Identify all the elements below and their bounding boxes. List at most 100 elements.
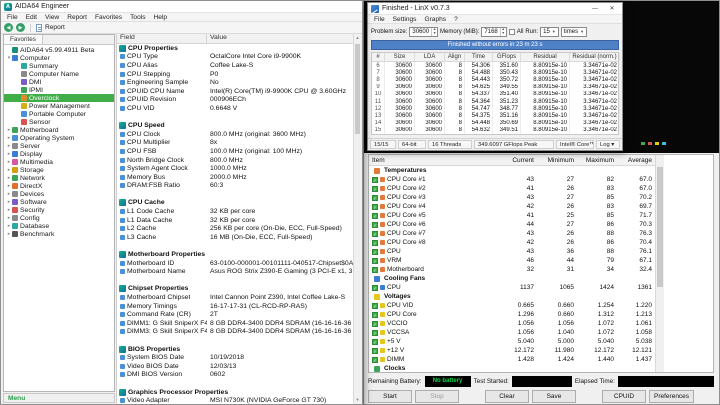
field-row[interactable]: Engineering Sample No xyxy=(117,78,353,87)
sensor-row-cpu[interactable]: ✓ CPU 1137 1065 1424 1361 xyxy=(369,283,655,292)
menu-item-file[interactable]: File xyxy=(370,16,389,23)
checked-checkbox[interactable]: ✓ xyxy=(372,338,378,345)
forward-button[interactable]: ▶ xyxy=(16,23,25,32)
checked-checkbox[interactable]: ✓ xyxy=(372,194,378,201)
sidebar-item-database[interactable]: ▸ Database xyxy=(4,222,114,230)
menu-item-help[interactable]: Help xyxy=(150,14,172,21)
section-header-row[interactable]: Chipset Properties xyxy=(117,285,353,294)
section-header-row[interactable]: CPU Properties xyxy=(117,44,353,53)
result-row[interactable]: 11 30600 30600 8 54.364 351.23 8.80915e-10 3.34… xyxy=(372,97,620,106)
result-row[interactable]: 10 30600 30600 8 54.337 351.40 8.80915e-10 3.34… xyxy=(372,90,620,98)
scrollbar-thumb[interactable] xyxy=(355,44,360,134)
sensor-row-cpu-core-2[interactable]: ✓ CPU Core #2 41 26 83 67.0 xyxy=(369,184,655,193)
field-row[interactable]: North Bridge Clock 800.0 MHz xyxy=(117,156,353,165)
checked-checkbox[interactable]: ✓ xyxy=(372,284,378,291)
field-row[interactable]: L1 Code Cache 32 KB per core xyxy=(117,207,353,216)
checked-checkbox[interactable]: ✓ xyxy=(372,266,378,273)
field-row[interactable]: Motherboard Name Asus ROG Strix Z390-E Ga… xyxy=(117,267,353,276)
result-row[interactable]: 13 30600 30600 8 54.375 351.16 8.80915e-10 3.34… xyxy=(372,112,620,120)
section-header-row[interactable]: CPU Speed xyxy=(117,121,353,130)
sensor-row-cpu-core[interactable]: ✓ CPU Core 1.296 0.660 1.312 1.213 xyxy=(369,310,655,319)
sidebar-item-portable-computer[interactable]: Portable Computer xyxy=(4,110,114,118)
field-row[interactable]: CPU Alias Coffee Lake-S xyxy=(117,61,353,70)
menu-item-tools[interactable]: Tools xyxy=(126,14,149,21)
field-row[interactable]: DMI BIOS Version 0602 xyxy=(117,371,353,380)
checked-checkbox[interactable]: ✓ xyxy=(372,257,378,264)
sidebar-item-motherboard[interactable]: ▸ Motherboard xyxy=(4,126,114,134)
report-button[interactable]: Report xyxy=(45,24,65,31)
sensor-row-cpu-core-5[interactable]: ✓ CPU Core #5 41 25 85 71.7 xyxy=(369,211,655,220)
result-row[interactable]: 6 30600 30600 8 54.306 351.60 8.80915e-10 3.346… xyxy=(372,62,620,70)
section-header-row[interactable]: BIOS Properties xyxy=(117,345,353,354)
statistics-scrollbar[interactable] xyxy=(655,155,664,372)
sidebar-item-overclock[interactable]: Overclock xyxy=(4,94,114,102)
sensor-row-cpu-core-1[interactable]: ✓ CPU Core #1 43 27 82 67.0 xyxy=(369,175,655,184)
menu-item-report[interactable]: Report xyxy=(63,14,91,21)
checked-checkbox[interactable]: ✓ xyxy=(372,176,378,183)
menu-item-graphs[interactable]: Graphs xyxy=(420,16,450,23)
field-row[interactable]: DIMM3: G Skill SniperX F4-3400C16-8GSXW8… xyxy=(117,328,353,337)
clear-button[interactable]: Clear xyxy=(485,389,529,403)
sidebar-item-aida64-v5-99-4911-beta[interactable]: AIDA64 v5.99.4911 Beta xyxy=(4,46,114,54)
sidebar-item-operating-system[interactable]: ▸ Operating System xyxy=(4,134,114,142)
problem-size-spinner[interactable]: 30600 ▲ ▼ xyxy=(409,26,439,37)
field-row[interactable]: Motherboard ID 63-0100-000001-00101111-04… xyxy=(117,259,353,268)
all-memory-checkbox[interactable] xyxy=(508,28,515,35)
sensor-group-voltages[interactable]: Voltages xyxy=(369,292,655,301)
save-button[interactable]: Save xyxy=(532,389,576,403)
field-row[interactable]: L3 Cache 16 MB (On-Die, ECC, Full-Speed) xyxy=(117,233,353,242)
tab-menu[interactable]: Menu xyxy=(3,393,115,403)
scroll-down-icon[interactable]: ▼ xyxy=(354,397,361,402)
field-row[interactable]: CPU VID 0.6648 V xyxy=(117,104,353,113)
sidebar-item-sensor[interactable]: Sensor xyxy=(4,118,114,126)
linx-titlebar[interactable]: Finished - LinX v0.7.3 — ✕ xyxy=(368,3,622,15)
field-row[interactable]: Command Rate (CR) 2T xyxy=(117,310,353,319)
checked-checkbox[interactable]: ✓ xyxy=(372,356,378,363)
field-row[interactable]: CPU FSB 100.0 MHz (original: 100 MHz) xyxy=(117,147,353,156)
field-row[interactable]: Video BIOS Date 12/03/13 xyxy=(117,362,353,371)
close-icon[interactable]: ✕ xyxy=(605,4,619,14)
sidebar-item-summary[interactable]: Summary xyxy=(4,62,114,70)
preferences-button[interactable]: Preferences xyxy=(649,389,695,403)
field-row[interactable]: Motherboard Chipset Intel Cannon Point Z3… xyxy=(117,293,353,302)
sidebar-item-software[interactable]: ▸ Software xyxy=(4,198,114,206)
sidebar-item-power-management[interactable]: Power Management xyxy=(4,102,114,110)
back-button[interactable]: ◀ xyxy=(4,23,13,32)
field-row[interactable]: Memory Timings 16-17-17-31 (CL-RCD-RP-RAS… xyxy=(117,302,353,311)
sensor-row-cpu-core-7[interactable]: ✓ CPU Core #7 43 26 88 76.3 xyxy=(369,229,655,238)
result-row[interactable]: 15 30600 30600 8 54.632 349.51 8.80915e-10 3.34… xyxy=(372,126,620,134)
field-row[interactable]: L1 Data Cache 32 KB per core xyxy=(117,216,353,225)
sensor-row-cpu-core-6[interactable]: ✓ CPU Core #6 44 27 86 70.3 xyxy=(369,220,655,229)
menu-item-view[interactable]: View xyxy=(41,14,63,21)
result-row[interactable]: 14 30600 30600 8 54.448 350.69 8.80915e-10 3.34… xyxy=(372,119,620,127)
field-row[interactable]: CPUID Revision 000906ECh xyxy=(117,96,353,105)
checked-checkbox[interactable]: ✓ xyxy=(372,203,378,210)
result-row[interactable]: 12 30600 30600 8 54.747 348.77 8.80915e-10 3.34… xyxy=(372,105,620,113)
sidebar-item-computer-name[interactable]: Computer Name xyxy=(4,70,114,78)
sidebar-item-computer[interactable]: ▾ Computer xyxy=(4,54,114,62)
sensor-row-dimm[interactable]: ✓ DIMM 1.428 1.424 1.440 1.437 xyxy=(369,355,655,364)
field-row[interactable]: CPUID CPU Name Intel(R) Core(TM) i9-9900K… xyxy=(117,87,353,96)
run-unit-dropdown[interactable]: times ▼ xyxy=(560,26,588,37)
field-row[interactable]: System BIOS Date 10/19/2018 xyxy=(117,353,353,362)
sidebar-item-devices[interactable]: ▸ Devices xyxy=(4,190,114,198)
sensor-row-cpu-core-8[interactable]: ✓ CPU Core #8 42 26 86 70.4 xyxy=(369,238,655,247)
menu-item-file[interactable]: File xyxy=(3,14,22,21)
checked-checkbox[interactable]: ✓ xyxy=(372,329,378,336)
section-header-row[interactable]: Graphics Processor Properties xyxy=(117,388,353,397)
checked-checkbox[interactable]: ✓ xyxy=(372,212,378,219)
result-row[interactable]: 9 30600 30600 8 54.625 349.55 8.80915e-10 3.346… xyxy=(372,83,620,91)
sensor-row-5-v[interactable]: ✓ +5 V 5.040 5.000 5.040 5.038 xyxy=(369,337,655,346)
field-row[interactable]: CPU Stepping P0 xyxy=(117,70,353,79)
spinner-arrows-icon[interactable]: ▲ ▼ xyxy=(499,27,506,36)
sensor-row-cpu[interactable]: ✓ CPU 43 36 88 76.1 xyxy=(369,247,655,256)
checked-checkbox[interactable]: ✓ xyxy=(372,230,378,237)
sensor-row-cpu-vid[interactable]: ✓ CPU VID 0.665 0.660 1.254 1.220 xyxy=(369,301,655,310)
field-row[interactable]: CPU Multiplier 8x xyxy=(117,139,353,148)
result-row[interactable]: 7 30600 30600 8 54.488 350.43 8.80915e-10 3.346… xyxy=(372,69,620,77)
start-button[interactable]: Start xyxy=(368,389,412,403)
checked-checkbox[interactable]: ✓ xyxy=(372,185,378,192)
checked-checkbox[interactable]: ✓ xyxy=(372,302,378,309)
sidebar-item-dmi[interactable]: DMI xyxy=(4,78,114,86)
spinner-arrows-icon[interactable]: ▲ ▼ xyxy=(431,27,437,36)
